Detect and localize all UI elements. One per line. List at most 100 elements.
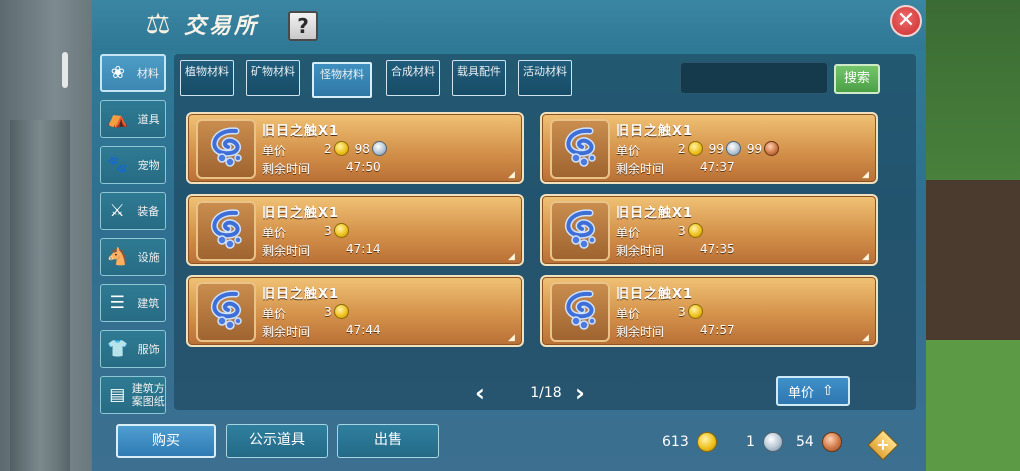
corner-mark-icon: ◢ — [862, 333, 869, 343]
price-gold: 3 — [324, 223, 332, 238]
item-name: 旧日之触X1 — [262, 206, 340, 221]
sort-arrow-icon: ⇧ — [822, 383, 834, 399]
scroll-indicator[interactable] — [62, 52, 68, 88]
price-label: 单价 — [262, 307, 287, 321]
price-gold: 3 — [324, 304, 332, 319]
corner-mark-icon: ◢ — [862, 170, 869, 180]
grass-block — [926, 340, 1020, 471]
search-button[interactable]: 搜索 — [834, 64, 880, 94]
tab-2[interactable]: 怪物材料 — [312, 62, 372, 98]
time-remaining-value: 47:14 — [346, 242, 381, 256]
time-remaining-label: 剩余时间 — [616, 244, 665, 258]
price-copper: 99 — [746, 141, 763, 156]
sidebar-item-4[interactable]: 🐴 设施 — [100, 238, 166, 276]
listing-card[interactable]: 旧日之触X1 单价 3 剩余时间 47:57 ◢ — [540, 275, 878, 347]
scale-icon: ⚖ — [145, 7, 171, 40]
tentacle-item-icon — [564, 127, 596, 167]
tentacle-item-icon — [210, 290, 242, 330]
plus-icon: + — [876, 435, 890, 454]
facility-icon: 🐴 — [107, 247, 129, 267]
corner-mark-icon: ◢ — [862, 252, 869, 262]
sidebar-item-label: 装备 — [137, 204, 160, 218]
close-button[interactable]: ✕ — [890, 5, 922, 37]
listing-card[interactable]: 旧日之触X1 单价 3 剩余时间 47:44 ◢ — [186, 275, 524, 347]
help-button[interactable]: ? — [288, 11, 318, 41]
tab-4[interactable]: 载具配件 — [452, 60, 506, 96]
page-title: 交易所 — [184, 14, 260, 39]
item-name: 旧日之触X1 — [616, 287, 694, 302]
next-page-button[interactable]: › — [570, 381, 590, 405]
price-value: 3 — [678, 223, 709, 238]
time-remaining-value: 47:35 — [700, 242, 735, 256]
price-label: 单价 — [616, 226, 641, 240]
tab-3[interactable]: 合成材料 — [386, 60, 440, 96]
page-indicator: 1/18 — [530, 385, 562, 401]
wallet-copper: 54 — [796, 432, 848, 452]
sidebar-item-5[interactable]: ☰ 建筑 — [100, 284, 166, 322]
listing-card[interactable]: 旧日之触X1 单价 3 剩余时间 47:35 ◢ — [540, 194, 878, 266]
price-gold: 2 — [678, 141, 686, 156]
sidebar-item-label: 服饰 — [137, 342, 160, 356]
time-remaining-value: 47:57 — [700, 323, 735, 337]
pet-paw-icon: 🐾 — [107, 155, 129, 175]
price-gold: 3 — [678, 223, 686, 238]
sidebar-item-0[interactable]: ❀ 材料 — [100, 54, 166, 92]
time-remaining-label: 剩余时间 — [262, 244, 311, 258]
copper-coin-icon — [821, 432, 842, 452]
tab-5[interactable]: 活动材料 — [518, 60, 572, 96]
prop-icon: ⛺ — [107, 109, 129, 129]
sidebar-item-label: 道具 — [137, 112, 160, 126]
add-currency-button[interactable]: + — [867, 429, 899, 461]
search-input[interactable] — [680, 62, 828, 94]
listing-card[interactable]: 旧日之触X1 单价 3 剩余时间 47:14 ◢ — [186, 194, 524, 266]
item-thumbnail — [550, 201, 610, 261]
copper-coin-icon — [764, 141, 780, 156]
price-value: 3 — [324, 223, 355, 238]
building-icon: ☰ — [109, 293, 125, 313]
sell-tab-button[interactable]: 出售 — [337, 424, 439, 458]
listing-card[interactable]: 旧日之触X1 单价 2 99 99 剩余时间 47:37 ◢ — [540, 112, 878, 184]
public-items-button[interactable]: 公示道具 — [226, 424, 328, 458]
silver-coin-icon — [725, 141, 741, 156]
tentacle-item-icon — [564, 209, 596, 249]
copper-amount: 54 — [796, 434, 814, 450]
item-thumbnail — [196, 282, 256, 342]
dirt-block — [926, 180, 1020, 340]
price-gold: 3 — [678, 304, 686, 319]
sidebar-item-label: 设施 — [137, 250, 160, 264]
market-content: 植物材料 矿物材料 怪物材料 合成材料 载具配件 活动材料 搜索 旧日之触X1 单价 2 9… — [174, 54, 916, 410]
item-thumbnail — [550, 119, 610, 179]
item-thumbnail — [196, 201, 256, 261]
sidebar-item-1[interactable]: ⛺ 道具 — [100, 100, 166, 138]
sidebar-item-label: 建筑方案图纸 — [131, 382, 165, 408]
item-name: 旧日之触X1 — [616, 206, 694, 221]
gold-coin-icon — [696, 432, 717, 452]
sidebar-item-7[interactable]: ▤ 建筑方案图纸 — [100, 376, 166, 414]
clothing-icon: 👕 — [107, 339, 129, 359]
sort-by-price-button[interactable]: 单价 ⇧ — [776, 376, 850, 406]
tentacle-item-icon — [210, 127, 242, 167]
prev-page-button[interactable]: ‹ — [470, 381, 490, 405]
silver-amount: 1 — [746, 434, 755, 450]
tab-0[interactable]: 植物材料 — [180, 60, 234, 96]
listing-card[interactable]: 旧日之触X1 单价 2 98 剩余时间 47:50 ◢ — [186, 112, 524, 184]
price-label: 单价 — [616, 144, 641, 158]
buy-tab-button[interactable]: 购买 — [116, 424, 216, 458]
time-remaining-label: 剩余时间 — [262, 162, 311, 176]
gold-coin-icon — [333, 223, 349, 238]
sidebar-item-2[interactable]: 🐾 宠物 — [100, 146, 166, 184]
gold-coin-icon — [687, 223, 703, 238]
tentacle-item-icon — [564, 290, 596, 330]
tab-1[interactable]: 矿物材料 — [246, 60, 300, 96]
price-label: 单价 — [262, 144, 287, 158]
close-icon: ✕ — [896, 8, 916, 33]
sidebar-item-3[interactable]: ⚔ 装备 — [100, 192, 166, 230]
gold-coin-icon — [687, 304, 703, 319]
corner-mark-icon: ◢ — [508, 252, 515, 262]
sidebar-item-label: 建筑 — [137, 296, 160, 310]
sidebar-item-6[interactable]: 👕 服饰 — [100, 330, 166, 368]
wallet-silver: 1 — [746, 432, 789, 452]
background-scene-right — [926, 0, 1020, 471]
stone-pillar — [10, 120, 70, 471]
silver-coin-icon — [371, 141, 387, 156]
